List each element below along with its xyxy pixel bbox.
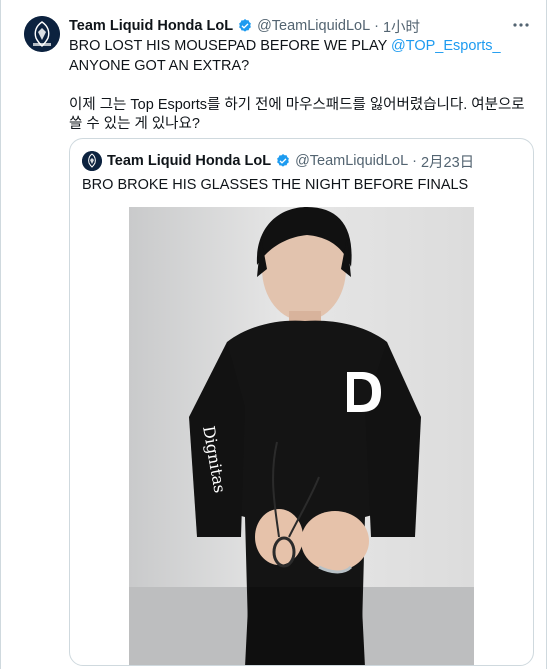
more-horizontal-icon[interactable]	[512, 16, 530, 34]
mention-link[interactable]: @TOP_Esports_	[391, 38, 501, 54]
quoted-author-handle: @TeamLiquidLoL	[295, 153, 409, 169]
separator-dot: ·	[374, 18, 379, 34]
team-liquid-honda-logo-icon	[82, 151, 102, 171]
photo-person-holding-broken-glasses: Dignitas	[129, 207, 474, 665]
quoted-author-avatar	[82, 151, 102, 171]
tweet-header: Team Liquid Honda LoL @TeamLiquidLoL · 1…	[69, 16, 530, 36]
quoted-tweet-photo[interactable]: Dignitas	[129, 207, 474, 665]
quoted-tweet-timestamp: 2月23日	[420, 154, 475, 171]
quoted-tweet[interactable]: Team Liquid Honda LoL @TeamLiquidLoL · 2…	[69, 138, 534, 666]
author-handle[interactable]: @TeamLiquidLoL	[257, 18, 370, 34]
tweet-container[interactable]: Team Liquid Honda LoL @TeamLiquidLoL · 1…	[0, 0, 547, 669]
tweet-timestamp[interactable]: 1小时	[383, 16, 420, 37]
verified-badge-icon	[239, 19, 251, 32]
quoted-author-name: Team Liquid Honda LoL	[107, 153, 272, 169]
tweet-text: BRO LOST HIS MOUSEPAD BEFORE WE PLAY @TO…	[69, 37, 534, 135]
quoted-tweet-text: BRO BROKE HIS GLASSES THE NIGHT BEFORE F…	[82, 177, 469, 193]
author-name[interactable]: Team Liquid Honda LoL	[69, 18, 233, 34]
team-liquid-honda-logo-icon	[24, 16, 60, 52]
separator-dot: ·	[412, 153, 417, 169]
tweet-translation: 이제 그는 Top Esports를 하기 전에 마우스패드를 잃어버렸습니다.…	[69, 96, 525, 133]
verified-badge-icon	[277, 154, 289, 167]
tweet-body-part-1: BRO LOST HIS MOUSEPAD BEFORE WE PLAY	[69, 38, 392, 54]
tweet-body: BRO LOST HIS MOUSEPAD BEFORE WE PLAY @TO…	[69, 37, 534, 76]
quoted-tweet-header: Team Liquid Honda LoL @TeamLiquidLoL · 2…	[82, 151, 474, 171]
author-avatar[interactable]	[24, 16, 60, 52]
tweet-body-part-2: ANYONE GOT AN EXTRA?	[69, 57, 250, 74]
